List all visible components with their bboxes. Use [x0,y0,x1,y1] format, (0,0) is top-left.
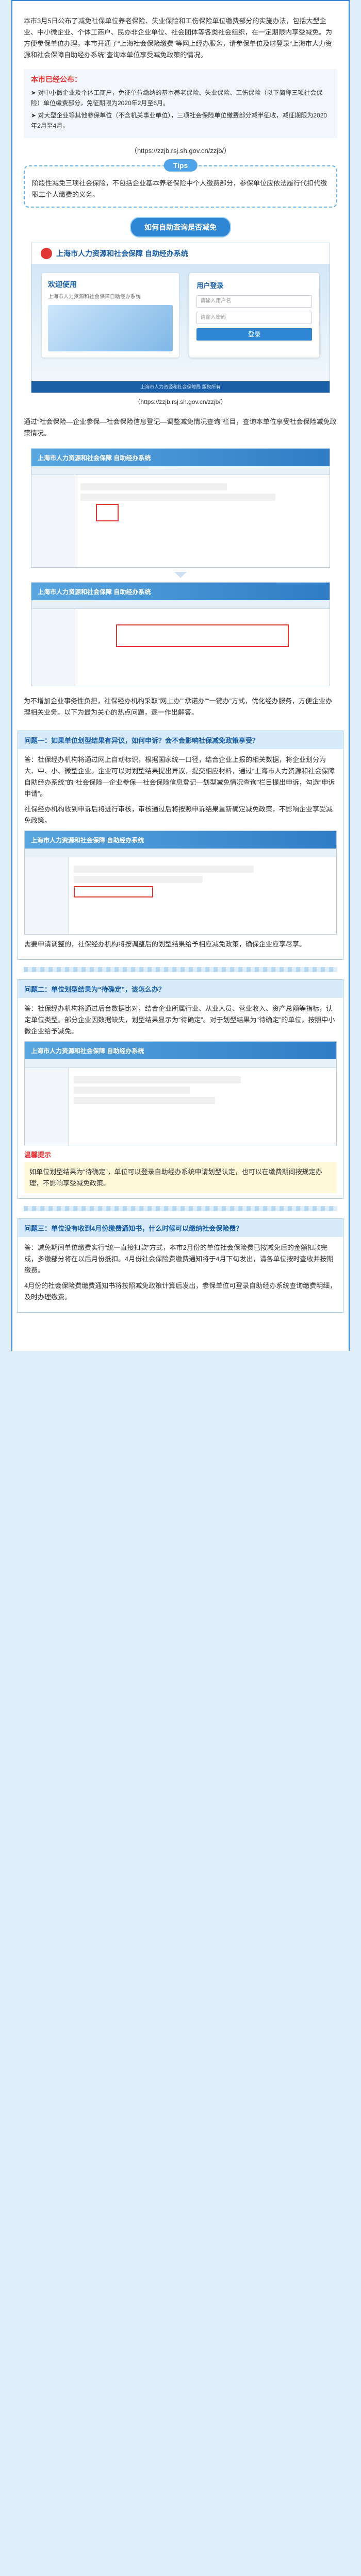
sys-body [25,857,336,934]
tips-box: Tips 阶段性减免三项社会保险，不包括企业基本养老保险中个人缴费部分，参保单位… [24,159,337,208]
login-footer: 上海市人力资源和社会保障局 版权所有 [31,381,330,393]
question-3-answer: 答：减免期间单位缴费实行“统一直接扣款”方式，本市2月份的单位社会保险费已按减免… [24,1244,334,1274]
sys-main [75,609,330,686]
section-title: 如何自助查询是否减免 [12,217,349,238]
question-3-title: 问题三：单位没有收到4月份缴费通知书，什么时候可以缴纳社会保险费？ [18,1219,343,1237]
login-header: 上海市人力资源和社会保障 自助经办系统 [31,243,330,264]
bottom-spacer [12,1320,349,1351]
form-row [80,483,227,490]
form-row [74,1097,216,1104]
question-3-body: 答：减免期间单位缴费实行“统一直接扣款”方式，本市2月份的单位社会保险费已按减免… [18,1237,343,1312]
system-screenshot-2: 上海市人力资源和社会保障 自助经办系统 [31,582,330,686]
password-input[interactable]: 请输入密码 [196,312,312,324]
system-screenshot-4: 上海市人力资源和社会保障 自助经办系统 [24,1041,337,1145]
after-text: 为不增加企业事务性负担，社保经办机构采取“网上办”“承诺办”“一键办”方式，优化… [24,697,332,716]
tips-text: 阶段性减免三项社会保险，不包括企业基本养老保险中个人缴费部分，参保单位应依法履行… [32,179,327,198]
sys-nav [31,600,330,609]
question-1-after: 需要申请调整的，社保经办机构将按调整后的划型结果给予相应减免政策，确保企业应享尽… [24,940,306,948]
sys-header: 上海市人力资源和社会保障 自助经办系统 [31,583,330,600]
highlight-box [116,624,289,647]
notice-item: ➤ 对中小微企业及个体工商户，免征单位缴纳的基本养老保险、失业保险、工伤保险（以… [31,89,323,107]
sys-header: 上海市人力资源和社会保障 自助经办系统 [25,1042,336,1059]
question-2: 问题二：单位划型结果为“待确定”，该怎么办？ 答：社保经办机构将通过后台数据比对… [18,979,343,1199]
question-2-answer: 答：社保经办机构将通过后台数据比对，结合企业所属行业、从业人员、营业收入、资产总… [24,1005,335,1035]
system-screenshot-3: 上海市人力资源和社会保障 自助经办系统 [24,831,337,935]
tips-badge: Tips [163,159,198,172]
sys-body [31,609,330,686]
sys-sidebar [31,609,75,686]
intro-text: 本市3月5日公布了减免社保单位养老保险、失业保险和工伤保险单位缴费部分的实施办法… [24,17,333,59]
question-1-extra: 社保经办机构收到申诉后将进行审核，审核通过后将按照申诉结果重新确定减免政策，不影… [24,805,333,824]
welcome-illustration [48,305,173,351]
login-screenshot: 上海市人力资源和社会保障 自助经办系统 欢迎使用 上海市人力资源和社会保障自助经… [31,243,330,393]
question-1-body: 答：社保经办机构将通过网上自动标识，根据国家统一口径，结合企业上报的相关数据，将… [18,749,343,959]
policy-notice: 本市已经公布： ➤ 对中小微企业及个体工商户，免征单位缴纳的基本养老保险、失业保… [24,69,337,138]
sys-main [69,857,336,934]
form-row [74,1087,190,1094]
sys-main [69,1068,336,1145]
sys-sidebar [31,475,75,567]
system-name: 上海市人力资源和社会保障 自助经办系统 [56,249,188,258]
question-1-title: 问题一：如果单位划型结果有异议，如何申诉？会不会影响社保减免政策享受？ [18,731,343,749]
welcome-subtitle: 上海市人力资源和社会保障自助经办系统 [48,294,141,300]
login-form: 用户登录 请输入用户名 请输入密码 登录 [189,273,319,358]
sys-header: 上海市人力资源和社会保障 自助经办系统 [31,449,330,466]
notice-item: ➤ 对大型企业等其他参保单位（不含机关事业单位），三项社会保险单位缴费部分减半征… [31,112,327,129]
sys-body [31,475,330,567]
sys-nav [25,1059,336,1068]
sys-sidebar [25,857,69,934]
welcome-panel: 欢迎使用 上海市人力资源和社会保障自助经办系统 [42,273,179,358]
username-input[interactable]: 请输入用户名 [196,295,312,308]
login-body: 欢迎使用 上海市人力资源和社会保障自助经办系统 用户登录 请输入用户名 请输入密… [31,264,330,367]
article-frame: 本市3月5日公布了减免社保单位养老保险、失业保险和工伤保险单位缴费部分的实施办法… [11,10,350,1351]
sys-nav [31,466,330,475]
emblem-icon [41,248,52,259]
form-row [74,1076,241,1083]
article-page: 本市3月5日公布了减免社保单位养老保险、失业保险和工伤保险单位缴费部分的实施办法… [0,0,361,1351]
question-1: 问题一：如果单位划型结果有异议，如何申诉？会不会影响社保减免政策享受？ 答：社保… [18,731,343,960]
sys-main [75,475,330,567]
sys-sidebar [25,1068,69,1145]
decor-divider [24,1206,337,1211]
sys-nav [25,849,336,857]
question-1-answer: 答：社保经办机构将通过网上自动标识，根据国家统一口径，结合企业上报的相关数据，将… [24,756,335,798]
step-text: 通过“社会保险—企业参保—社会保险信息登记—调整减免情况查询”栏目，查询本单位享… [24,418,337,437]
form-row [74,866,254,873]
question-3: 问题三：单位没有收到4月份缴费通知书，什么时候可以缴纳社会保险费？ 答：减免期间… [18,1218,343,1313]
system-screenshot-1: 上海市人力资源和社会保障 自助经办系统 [31,448,330,568]
form-row [74,876,203,883]
question-3-extra: 4月份的社会保险费缴费通知书将按照减免政策计算后发出，参保单位可登录自助经办系统… [24,1282,337,1301]
decor-divider [24,967,337,972]
frame-top [11,0,350,10]
login-caption: （https://zzjb.rsj.sh.gov.cn/zzjb/） [134,398,227,405]
form-row [80,494,276,501]
sys-body [25,1068,336,1145]
login-button[interactable]: 登录 [196,328,312,341]
section-title-label: 如何自助查询是否减免 [130,217,231,238]
system-url[interactable]: （https://zzjb.rsj.sh.gov.cn/zzjb/） [12,141,349,159]
question-2-title: 问题二：单位划型结果为“待确定”，该怎么办？ [18,980,343,998]
question-2-body: 答：社保经办机构将通过后台数据比对，结合企业所属行业、从业人员、营业收入、资产总… [18,998,343,1198]
warning-box: 如单位划型结果为“待确定”，单位可以登录自助经办系统申请划型认定，也可以在缴费期… [24,1162,337,1193]
login-title: 用户登录 [196,282,224,290]
highlight-box [96,504,119,521]
notice-title: 本市已经公布： [31,75,81,83]
arrow-down-icon [174,572,187,578]
highlight-box [74,886,153,897]
sys-header: 上海市人力资源和社会保障 自助经办系统 [25,831,336,849]
welcome-title: 欢迎使用 [48,280,77,289]
warning-title: 温馨提示 [24,1151,52,1159]
